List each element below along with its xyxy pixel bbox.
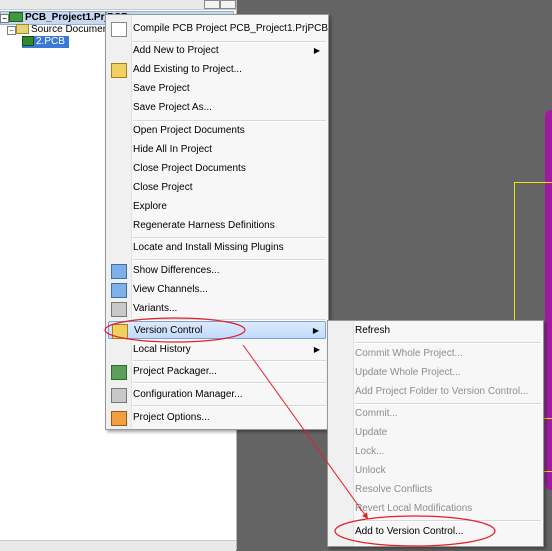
menu-item-refresh[interactable]: Refresh (330, 322, 541, 340)
menu-item-compile[interactable]: Compile PCB Project PCB_Project1.PrjPCB (108, 20, 328, 38)
menu-item-add-to-version-control[interactable]: Add to Version Control... (330, 523, 541, 541)
menu-item-commit: Commit... (355, 408, 398, 419)
menu-item-close-project[interactable]: Close Project (108, 179, 326, 197)
menu-separator (133, 360, 326, 362)
submenu-arrow-icon: ▶ (312, 326, 319, 335)
menu-item-variants[interactable]: Variants... (108, 300, 326, 318)
variants-icon (111, 302, 127, 317)
menu-item-version-control[interactable]: Version Control ▶ (108, 321, 326, 339)
packager-icon (111, 365, 127, 380)
panel-status-strip (0, 540, 236, 551)
menu-item-save-project-as[interactable]: Save Project As... (108, 99, 326, 117)
tree-item-pcb-file[interactable]: 2.PCB (22, 36, 69, 48)
panel-toolbar (0, 0, 236, 10)
options-icon (111, 411, 127, 426)
menu-separator (355, 342, 541, 344)
menu-item-lock: Lock... (355, 446, 385, 457)
menu-item-locate-plugins[interactable]: Locate and Install Missing Plugins (108, 239, 326, 257)
menu-item-view-channels[interactable]: View Channels... (108, 281, 326, 299)
menu-item-add-existing[interactable]: Add Existing to Project... (108, 61, 326, 79)
menu-separator (133, 259, 326, 261)
menu-item-show-differences[interactable]: Show Differences... (108, 262, 326, 280)
menu-item-configuration-manager[interactable]: Configuration Manager... (108, 386, 326, 404)
toolbar-button[interactable] (220, 0, 236, 9)
menu-item-add-new[interactable]: Add New to Project ▶ (108, 42, 326, 60)
menu-item-close-project-documents[interactable]: Close Project Documents (108, 160, 326, 178)
pcb-document-icon (22, 36, 34, 47)
menu-item-revert-local-modifications: Revert Local Modifications (355, 503, 473, 514)
menu-item-open-project-documents[interactable]: Open Project Documents (108, 122, 326, 140)
menu-item-project-packager[interactable]: Project Packager... (108, 363, 326, 381)
submenu-arrow-icon: ▶ (313, 345, 320, 354)
menu-item-add-project-folder: Add Project Folder to Version Control... (355, 386, 529, 397)
menu-item-unlock: Unlock (355, 465, 386, 476)
menu-item-regenerate-harness[interactable]: Regenerate Harness Definitions (108, 217, 326, 235)
version-control-icon (112, 324, 128, 339)
submenu-arrow-icon: ▶ (313, 46, 320, 55)
toolbar-button[interactable] (204, 0, 220, 9)
menu-item-commit-whole-project: Commit Whole Project... (355, 348, 463, 359)
project-icon (9, 12, 23, 23)
source-folder-label: Source Documents (31, 24, 117, 35)
menu-item-save-project[interactable]: Save Project (108, 80, 326, 98)
project-context-menu: Compile PCB Project PCB_Project1.PrjPCB … (105, 14, 329, 430)
menu-item-project-options[interactable]: Project Options... (108, 409, 326, 427)
menu-item-local-history[interactable]: Local History ▶ (108, 341, 326, 359)
channels-icon (111, 283, 127, 298)
menu-item-explore[interactable]: Explore (108, 198, 326, 216)
menu-item-update: Update (355, 427, 388, 438)
pcb-file-label: 2.PCB (36, 36, 65, 47)
add-existing-icon (111, 63, 127, 78)
configuration-icon (111, 388, 127, 403)
collapse-icon[interactable]: − (7, 26, 16, 35)
menu-item-update-whole-project: Update Whole Project... (355, 367, 461, 378)
menu-item-hide-all[interactable]: Hide All In Project (108, 141, 326, 159)
menu-separator (133, 382, 326, 384)
differences-icon (111, 264, 127, 279)
menu-separator (355, 520, 541, 522)
version-control-submenu: Refresh Commit Whole Project... Update W… (327, 320, 544, 547)
collapse-icon[interactable]: − (0, 14, 9, 23)
folder-icon (16, 24, 29, 35)
menu-item-resolve-conflicts: Resolve Conflicts (355, 484, 433, 495)
compile-icon (111, 22, 127, 37)
menu-separator (133, 405, 326, 407)
